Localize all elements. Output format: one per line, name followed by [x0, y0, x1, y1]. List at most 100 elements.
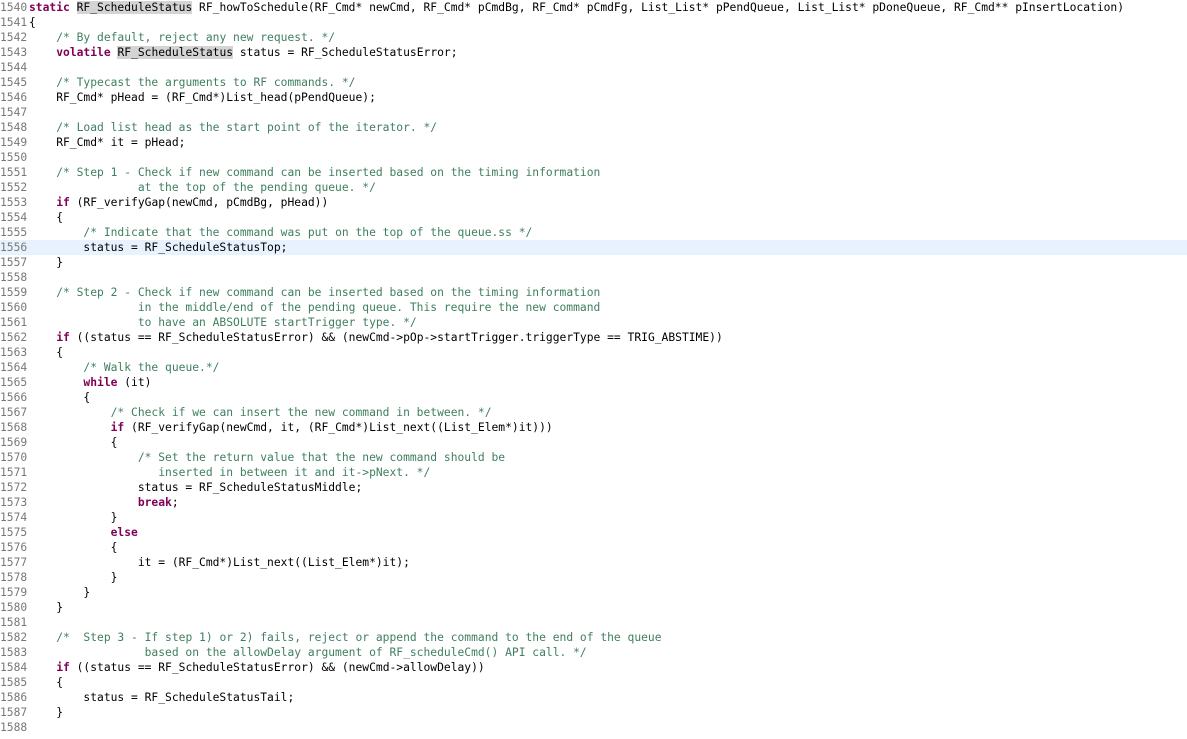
code-text[interactable]: /* Load list head as the start point of …	[29, 120, 1187, 135]
code-text[interactable]	[29, 270, 1187, 285]
code-text[interactable]: status = RF_ScheduleStatusTail;	[29, 690, 1187, 705]
code-line[interactable]: 1568 if (RF_verifyGap(newCmd, it, (RF_Cm…	[0, 420, 1187, 435]
code-text[interactable]: }	[29, 255, 1187, 270]
code-text[interactable]: /* Indicate that the command was put on …	[29, 225, 1187, 240]
code-line[interactable]: 1570 /* Set the return value that the ne…	[0, 450, 1187, 465]
code-text[interactable]: static RF_ScheduleStatus RF_howToSchedul…	[29, 0, 1187, 15]
code-text[interactable]: status = RF_ScheduleStatusTop;	[29, 240, 1187, 255]
code-line[interactable]: 1544	[0, 60, 1187, 75]
code-text[interactable]: /* Typecast the arguments to RF commands…	[29, 75, 1187, 90]
code-line[interactable]: 1576 {	[0, 540, 1187, 555]
code-line[interactable]: 1571 inserted in between it and it->pNex…	[0, 465, 1187, 480]
code-line[interactable]: 1557 }	[0, 255, 1187, 270]
code-line[interactable]: 1554 {	[0, 210, 1187, 225]
code-line[interactable]: 1575 else	[0, 525, 1187, 540]
code-text[interactable]: /* Step 2 - Check if new command can be …	[29, 285, 1187, 300]
code-line[interactable]: 1543 volatile RF_ScheduleStatus status =…	[0, 45, 1187, 60]
code-line[interactable]: 1561 to have an ABSOLUTE startTrigger ty…	[0, 315, 1187, 330]
code-line[interactable]: 1578 }	[0, 570, 1187, 585]
code-text[interactable]	[29, 105, 1187, 120]
code-line[interactable]: 1587 }	[0, 705, 1187, 720]
code-text[interactable]	[29, 720, 1187, 735]
code-lines[interactable]: 1540 static RF_ScheduleStatus RF_howToSch…	[0, 0, 1187, 735]
code-line[interactable]: 1541{	[0, 15, 1187, 30]
code-editor[interactable]: 1540 static RF_ScheduleStatus RF_howToSch…	[0, 0, 1187, 739]
code-text[interactable]: {	[29, 675, 1187, 690]
code-text[interactable]: /* Step 3 - If step 1) or 2) fails, reje…	[29, 630, 1187, 645]
code-line[interactable]: 1573 break;	[0, 495, 1187, 510]
code-text[interactable]: }	[29, 510, 1187, 525]
code-line[interactable]: 1569 {	[0, 435, 1187, 450]
code-line[interactable]: 1552 at the top of the pending queue. */	[0, 180, 1187, 195]
code-line[interactable]: 1581	[0, 615, 1187, 630]
code-text[interactable]: {	[29, 435, 1187, 450]
code-text[interactable]: {	[29, 15, 1187, 30]
code-line[interactable]: 1556 status = RF_ScheduleStatusTop;	[0, 240, 1187, 255]
code-line[interactable]: 1583 based on the allowDelay argument of…	[0, 645, 1187, 660]
code-text[interactable]: }	[29, 570, 1187, 585]
code-text[interactable]: /* Set the return value that the new com…	[29, 450, 1187, 465]
code-line[interactable]: 1579 }	[0, 585, 1187, 600]
code-text[interactable]: at the top of the pending queue. */	[29, 180, 1187, 195]
code-line[interactable]: 1564 /* Walk the queue.*/	[0, 360, 1187, 375]
code-text[interactable]: {	[29, 210, 1187, 225]
code-line[interactable]: 1558	[0, 270, 1187, 285]
code-text[interactable]	[29, 615, 1187, 630]
code-line[interactable]: 1563 {	[0, 345, 1187, 360]
code-text[interactable]: else	[29, 525, 1187, 540]
code-text[interactable]	[29, 150, 1187, 165]
code-line[interactable]: 1577 it = (RF_Cmd*)List_next((List_Elem*…	[0, 555, 1187, 570]
code-text[interactable]	[29, 60, 1187, 75]
code-line[interactable]: 1566 {	[0, 390, 1187, 405]
code-line[interactable]: 1567 /* Check if we can insert the new c…	[0, 405, 1187, 420]
code-text[interactable]: if ((status == RF_ScheduleStatusError) &…	[29, 660, 1187, 675]
code-text[interactable]: if (RF_verifyGap(newCmd, it, (RF_Cmd*)Li…	[29, 420, 1187, 435]
code-line[interactable]: 1565 while (it)	[0, 375, 1187, 390]
code-text[interactable]: it = (RF_Cmd*)List_next((List_Elem*)it);	[29, 555, 1187, 570]
code-line[interactable]: 1540 static RF_ScheduleStatus RF_howToSch…	[0, 0, 1187, 15]
code-text[interactable]: {	[29, 345, 1187, 360]
code-text[interactable]: }	[29, 600, 1187, 615]
code-text[interactable]: /* Check if we can insert the new comman…	[29, 405, 1187, 420]
code-line[interactable]: 1551 /* Step 1 - Check if new command ca…	[0, 165, 1187, 180]
code-text[interactable]: RF_Cmd* it = pHead;	[29, 135, 1187, 150]
code-text[interactable]: /* By default, reject any new request. *…	[29, 30, 1187, 45]
code-text[interactable]: break;	[29, 495, 1187, 510]
code-text[interactable]: in the middle/end of the pending queue. …	[29, 300, 1187, 315]
code-line[interactable]: 1586 status = RF_ScheduleStatusTail;	[0, 690, 1187, 705]
code-text[interactable]: based on the allowDelay argument of RF_s…	[29, 645, 1187, 660]
code-line[interactable]: 1560 in the middle/end of the pending qu…	[0, 300, 1187, 315]
code-line[interactable]: 1546 RF_Cmd* pHead = (RF_Cmd*)List_head(…	[0, 90, 1187, 105]
code-text[interactable]: {	[29, 540, 1187, 555]
code-text[interactable]: if ((status == RF_ScheduleStatusError) &…	[29, 330, 1187, 345]
code-line[interactable]: 1580 }	[0, 600, 1187, 615]
code-text[interactable]: if (RF_verifyGap(newCmd, pCmdBg, pHead))	[29, 195, 1187, 210]
code-text[interactable]: volatile RF_ScheduleStatus status = RF_S…	[29, 45, 1187, 60]
code-text[interactable]: }	[29, 705, 1187, 720]
code-line[interactable]: 1585 {	[0, 675, 1187, 690]
code-text[interactable]: RF_Cmd* pHead = (RF_Cmd*)List_head(pPend…	[29, 90, 1187, 105]
code-line[interactable]: 1588	[0, 720, 1187, 735]
code-line[interactable]: 1559 /* Step 2 - Check if new command ca…	[0, 285, 1187, 300]
code-line[interactable]: 1545 /* Typecast the arguments to RF com…	[0, 75, 1187, 90]
code-line[interactable]: 1550	[0, 150, 1187, 165]
code-text[interactable]: while (it)	[29, 375, 1187, 390]
code-line[interactable]: 1549 RF_Cmd* it = pHead;	[0, 135, 1187, 150]
code-line[interactable]: 1548 /* Load list head as the start poin…	[0, 120, 1187, 135]
code-line[interactable]: 1562 if ((status == RF_ScheduleStatusErr…	[0, 330, 1187, 345]
code-text[interactable]: {	[29, 390, 1187, 405]
code-line[interactable]: 1584 if ((status == RF_ScheduleStatusErr…	[0, 660, 1187, 675]
code-text[interactable]: inserted in between it and it->pNext. */	[29, 465, 1187, 480]
code-text[interactable]: to have an ABSOLUTE startTrigger type. *…	[29, 315, 1187, 330]
code-line[interactable]: 1547	[0, 105, 1187, 120]
code-text[interactable]: /* Step 1 - Check if new command can be …	[29, 165, 1187, 180]
code-text[interactable]: /* Walk the queue.*/	[29, 360, 1187, 375]
code-text[interactable]: }	[29, 585, 1187, 600]
code-line[interactable]: 1555 /* Indicate that the command was pu…	[0, 225, 1187, 240]
code-line[interactable]: 1542 /* By default, reject any new reque…	[0, 30, 1187, 45]
code-line[interactable]: 1553 if (RF_verifyGap(newCmd, pCmdBg, pH…	[0, 195, 1187, 210]
code-line[interactable]: 1572 status = RF_ScheduleStatusMiddle;	[0, 480, 1187, 495]
code-line[interactable]: 1582 /* Step 3 - If step 1) or 2) fails,…	[0, 630, 1187, 645]
code-text[interactable]: status = RF_ScheduleStatusMiddle;	[29, 480, 1187, 495]
code-line[interactable]: 1574 }	[0, 510, 1187, 525]
